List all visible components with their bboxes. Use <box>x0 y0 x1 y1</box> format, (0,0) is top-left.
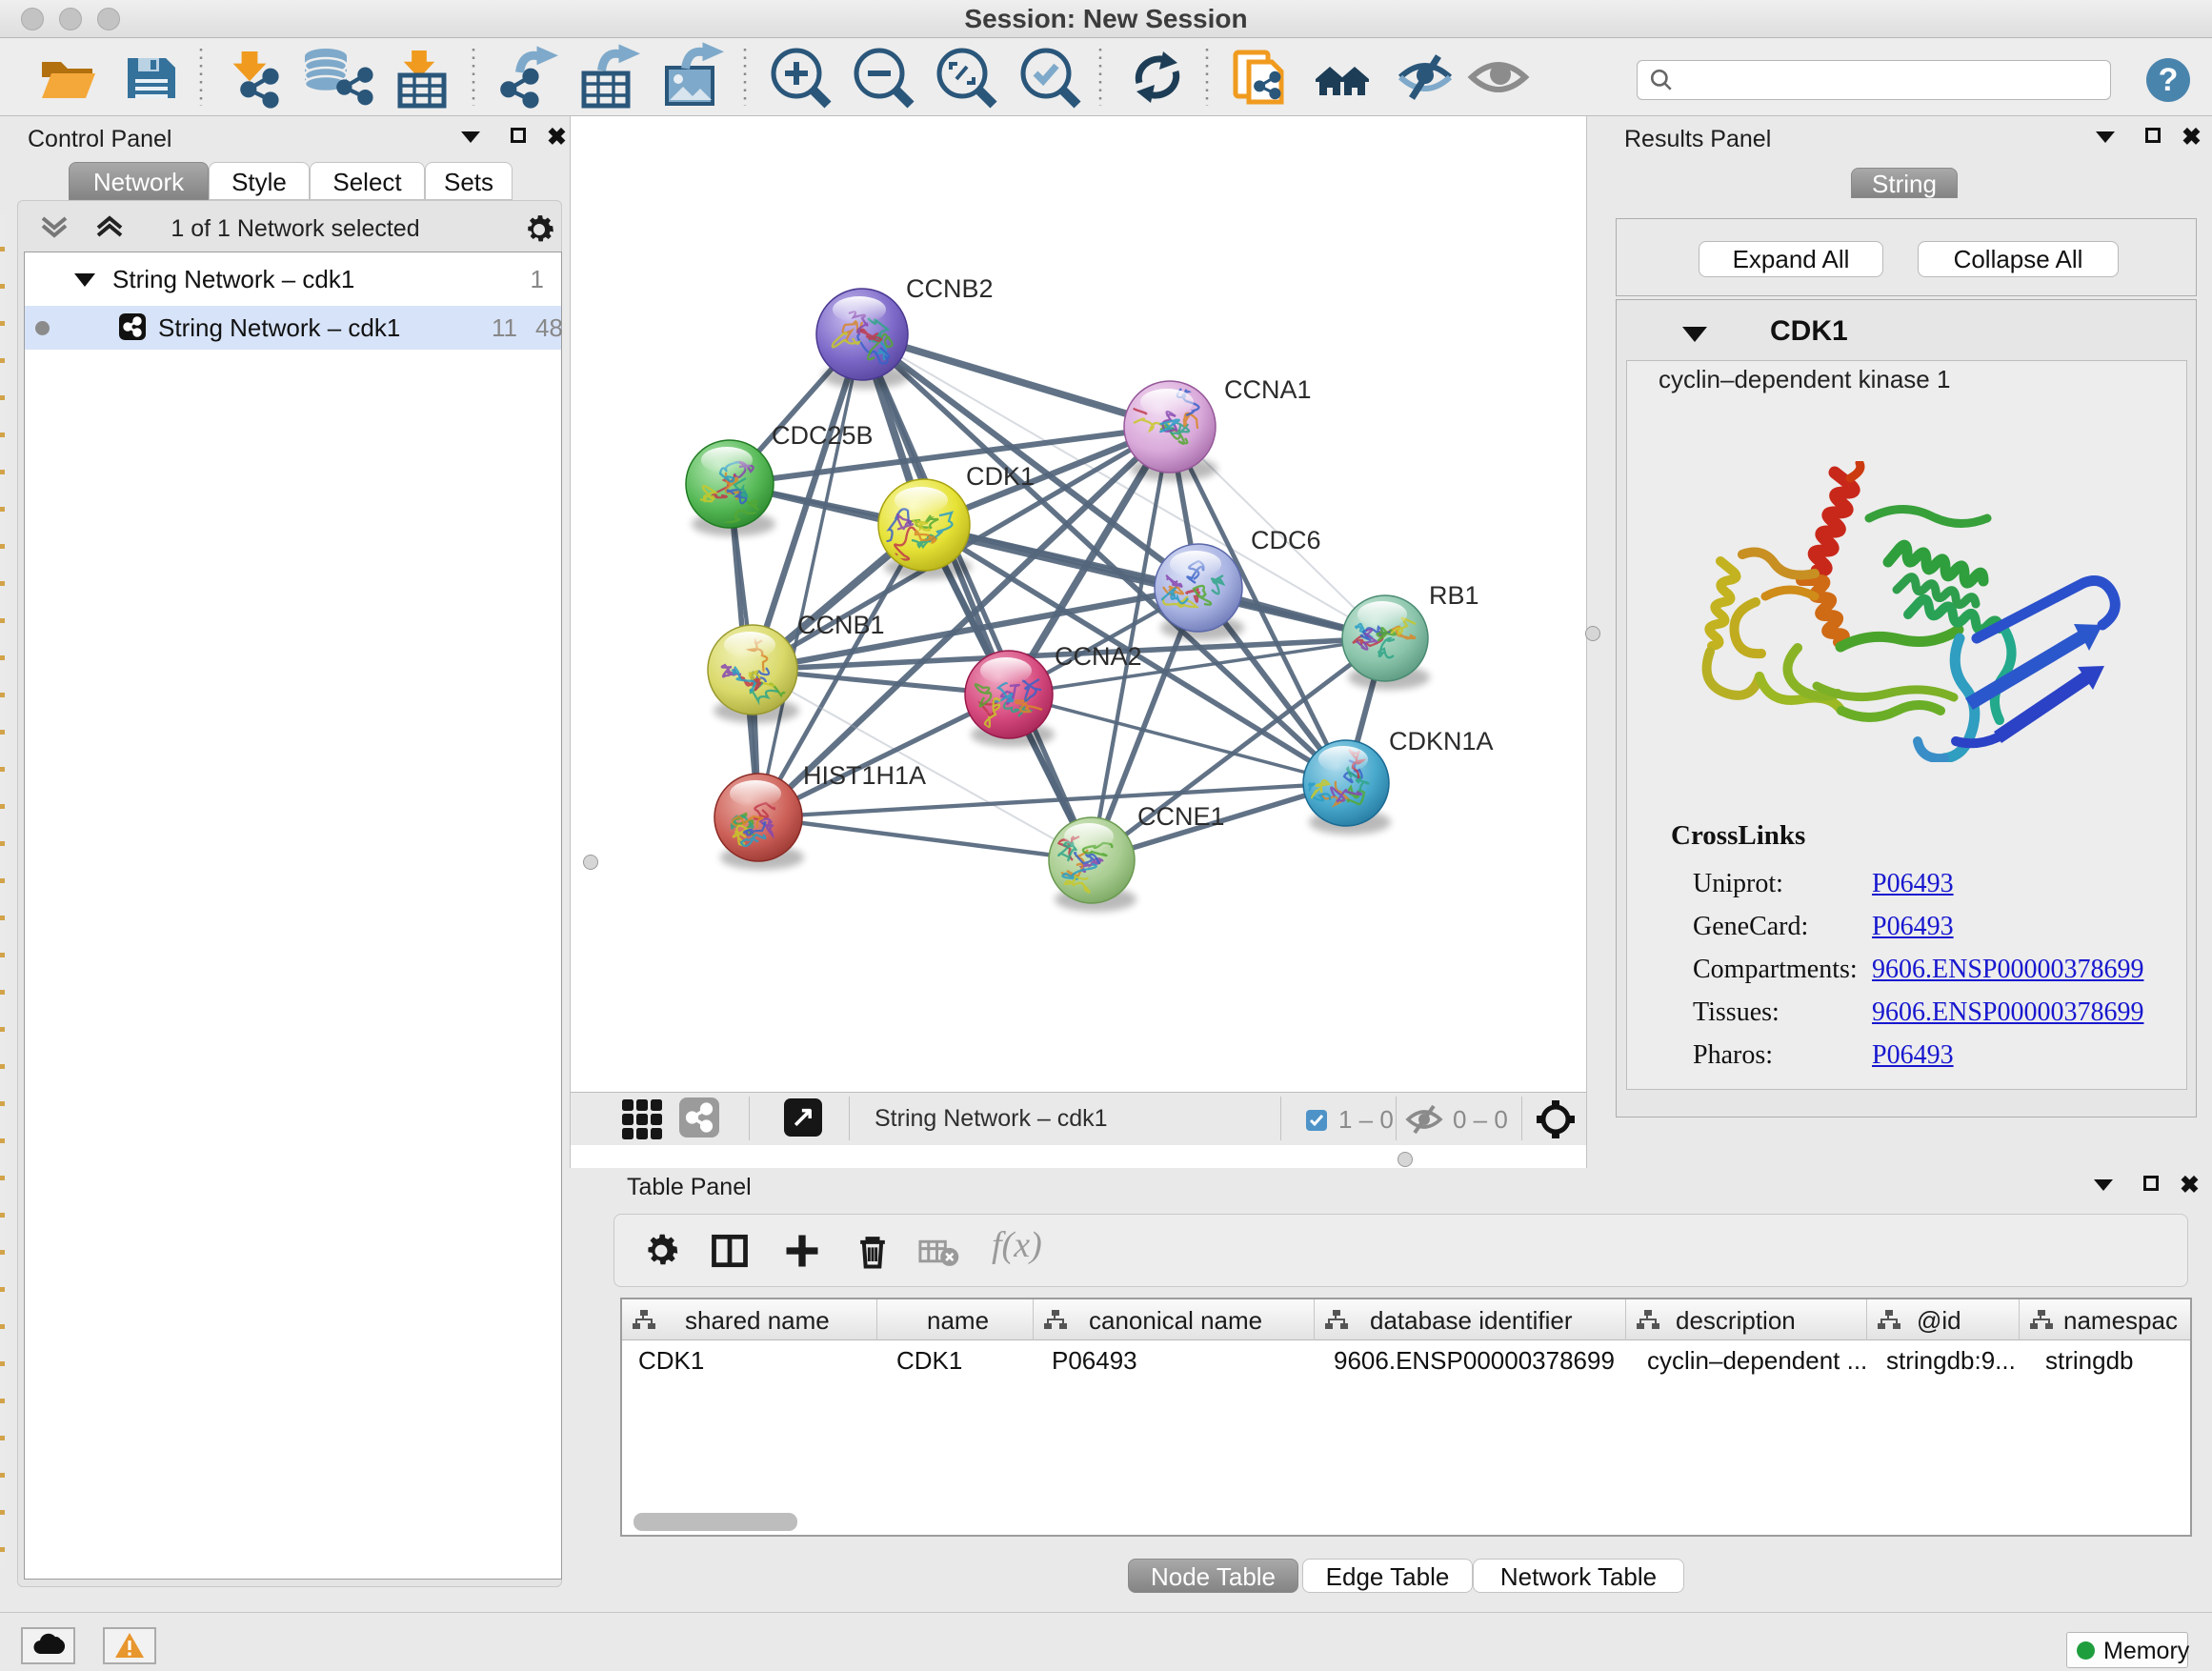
svg-text:CDKN1A: CDKN1A <box>1389 727 1494 755</box>
svg-text:CDC25B: CDC25B <box>772 421 874 450</box>
svg-text:CCNB1: CCNB1 <box>797 611 885 639</box>
svg-text:CCNE1: CCNE1 <box>1137 802 1225 831</box>
svg-text:CCNA2: CCNA2 <box>1055 642 1142 671</box>
svg-text:CCNB2: CCNB2 <box>906 274 994 303</box>
svg-text:HIST1H1A: HIST1H1A <box>803 761 926 790</box>
svg-text:CDK1: CDK1 <box>966 462 1035 491</box>
svg-text:CCNA1: CCNA1 <box>1224 375 1312 404</box>
svg-text:RB1: RB1 <box>1429 581 1479 610</box>
svg-text:CDC6: CDC6 <box>1251 526 1321 554</box>
